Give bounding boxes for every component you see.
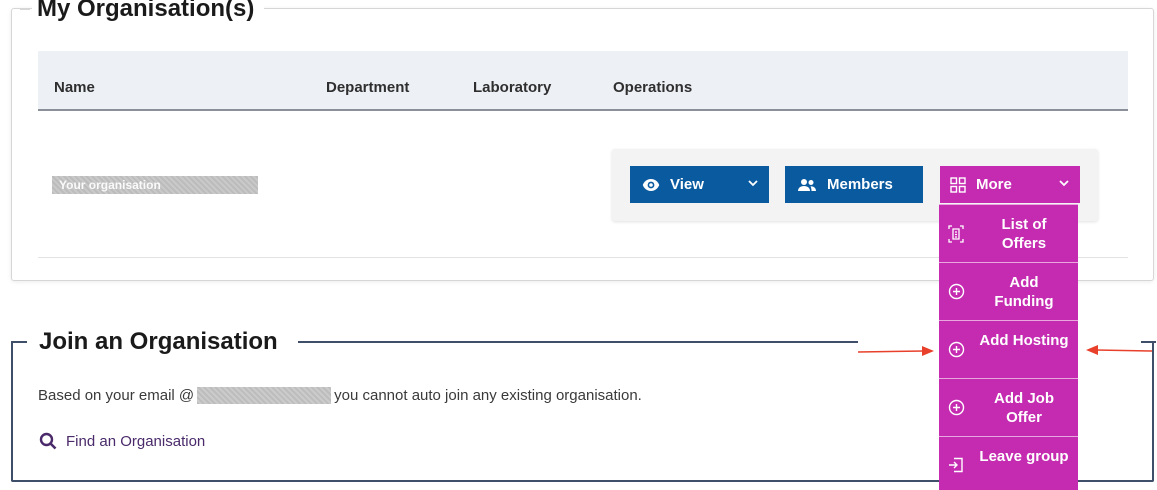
menu-item-list-of-offers[interactable]: List of Offers <box>939 204 1078 262</box>
card-border-top-left <box>11 341 27 343</box>
plus-circle-icon <box>948 399 965 416</box>
column-header-laboratory: Laboratory <box>473 79 552 96</box>
auto-join-message: Based on your email @ you cannot auto jo… <box>38 387 642 404</box>
menu-item-label: Add Funding <box>994 274 1054 310</box>
eye-icon <box>642 178 660 192</box>
email-domain-redacted <box>197 387 332 404</box>
organisation-name-redacted[interactable]: Your organisation <box>52 176 258 194</box>
menu-item-leave-group[interactable]: Leave group <box>939 436 1078 490</box>
table-header: Name Department Laboratory Operations <box>38 51 1128 111</box>
join-organisation-title: Join an Organisation <box>39 328 278 355</box>
menu-item-label: Add Hosting <box>979 332 1069 349</box>
plus-circle-icon <box>948 283 965 300</box>
more-dropdown-menu: List of Offers Add Funding Add Hosting A… <box>939 204 1078 490</box>
members-button[interactable]: Members <box>785 166 923 203</box>
view-label: View <box>670 176 704 193</box>
view-button[interactable]: View <box>630 166 769 203</box>
card-border-top-middle <box>298 341 858 343</box>
annotation-arrow-right-icon <box>857 346 934 356</box>
more-label: More <box>976 176 1012 193</box>
exit-icon <box>948 457 964 473</box>
column-header-department: Department <box>326 79 410 96</box>
members-label: Members <box>827 176 893 193</box>
column-header-name: Name <box>54 79 95 96</box>
auto-join-text-after: you cannot auto join any existing organi… <box>334 387 642 404</box>
menu-item-label: List of Offers <box>1001 216 1047 252</box>
menu-item-label: Add Job Offer <box>994 390 1054 426</box>
plus-circle-icon <box>948 341 965 358</box>
menu-item-add-funding[interactable]: Add Funding <box>939 262 1078 320</box>
find-organisation-label: Find an Organisation <box>66 432 206 450</box>
people-icon <box>797 178 817 192</box>
more-button[interactable]: More <box>940 166 1080 203</box>
menu-item-add-hosting[interactable]: Add Hosting <box>939 320 1078 378</box>
menu-item-label: Leave group <box>979 448 1069 465</box>
my-organisations-title: My Organisation(s) <box>19 0 265 24</box>
auto-join-text-before: Based on your email @ <box>38 387 195 404</box>
grid-icon <box>950 176 966 193</box>
chevron-down-icon[interactable] <box>747 176 759 190</box>
menu-item-add-job-offer[interactable]: Add Job Offer <box>939 378 1078 436</box>
column-header-operations: Operations <box>613 79 693 96</box>
chevron-down-icon <box>1058 176 1070 190</box>
search-icon <box>39 432 57 450</box>
annotation-arrow-left-icon <box>1086 345 1153 355</box>
list-document-icon <box>948 225 964 243</box>
find-organisation-link[interactable]: Find an Organisation <box>39 432 205 450</box>
